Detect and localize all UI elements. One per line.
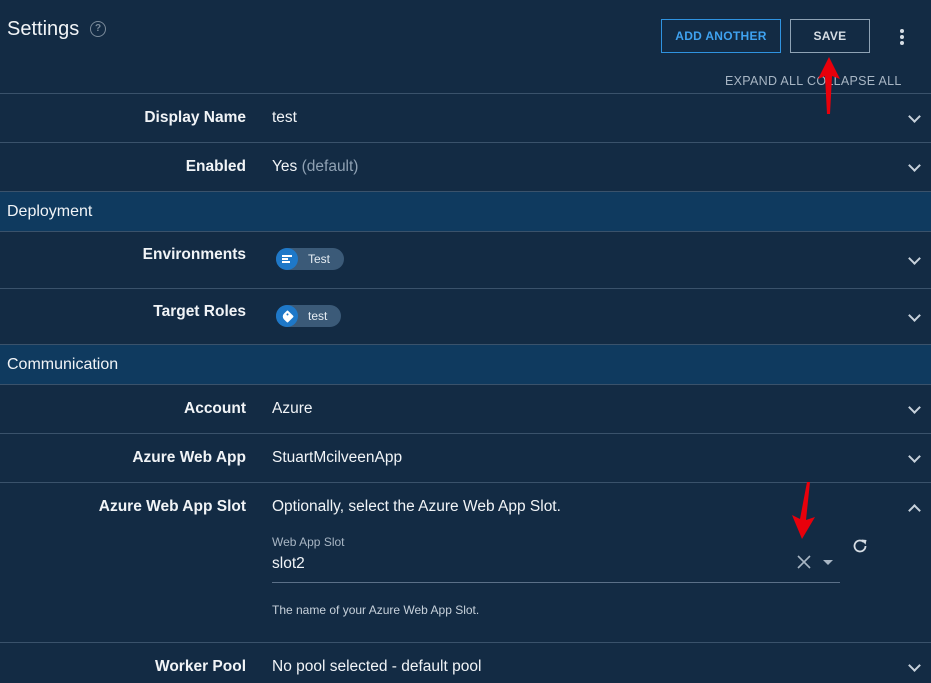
tag-icon	[276, 305, 298, 327]
chevron-down-icon[interactable]	[908, 401, 921, 414]
display-name-label: Display Name	[144, 109, 246, 126]
close-icon[interactable]	[796, 554, 812, 570]
chevron-down-icon[interactable]	[908, 252, 921, 265]
environment-chip-label: Test	[308, 252, 331, 266]
section-communication: Communication	[0, 344, 931, 384]
azure-web-app-slot-label: Azure Web App Slot	[98, 498, 246, 515]
worker-pool-value: No pool selected - default pool	[272, 658, 482, 675]
expand-all-link[interactable]: EXPAND ALL	[725, 74, 804, 88]
chevron-up-icon[interactable]	[908, 504, 921, 517]
annotation-arrow-up	[818, 57, 840, 114]
section-title: Deployment	[7, 203, 93, 220]
role-chip-label: test	[308, 309, 328, 323]
chevron-down-icon[interactable]	[908, 110, 921, 123]
chevron-down-icon[interactable]	[908, 659, 921, 672]
azure-web-app-value: StuartMcilveenApp	[272, 449, 403, 466]
account-row[interactable]: Account Azure	[0, 384, 931, 433]
account-value: Azure	[272, 400, 313, 417]
environment-icon	[276, 248, 298, 270]
enabled-row[interactable]: Enabled Yes (default)	[0, 142, 931, 191]
chevron-down-icon[interactable]	[908, 450, 921, 463]
page-title: Settings	[7, 18, 80, 40]
question-circle-icon[interactable]: ?	[90, 21, 106, 37]
worker-pool-row[interactable]: Worker Pool No pool selected - default p…	[0, 642, 931, 683]
enabled-value: Yes (default)	[272, 158, 358, 176]
chevron-down-icon[interactable]	[908, 309, 921, 322]
environments-row[interactable]: Environments Test	[0, 231, 931, 288]
azure-web-app-label: Azure Web App	[132, 449, 246, 466]
azure-web-app-row[interactable]: Azure Web App StuartMcilveenApp	[0, 433, 931, 482]
save-button[interactable]: SAVE	[790, 19, 870, 53]
section-deployment: Deployment	[0, 191, 931, 231]
chevron-down-icon[interactable]	[908, 159, 921, 172]
more-vertical-icon[interactable]	[895, 27, 909, 47]
role-chip[interactable]: test	[276, 305, 342, 327]
section-title: Communication	[7, 356, 119, 373]
web-app-slot-input[interactable]: slot2	[272, 555, 305, 573]
settings-header: Settings ? ADD ANOTHER SAVE EXPAND ALL C…	[0, 0, 931, 94]
account-label: Account	[184, 400, 246, 417]
refresh-icon[interactable]	[851, 537, 869, 555]
enabled-default-hint: (default)	[301, 158, 359, 175]
web-app-slot-help-text: The name of your Azure Web App Slot.	[272, 603, 480, 617]
input-underline	[272, 582, 840, 583]
web-app-slot-field-label: Web App Slot	[272, 535, 345, 549]
annotation-arrow-down	[792, 482, 815, 539]
enabled-label: Enabled	[185, 158, 246, 175]
target-roles-row[interactable]: Target Roles test	[0, 288, 931, 345]
environments-label: Environments	[142, 246, 246, 263]
display-name-row[interactable]: Display Name test	[0, 93, 931, 142]
add-another-button[interactable]: ADD ANOTHER	[661, 19, 781, 53]
worker-pool-label: Worker Pool	[154, 658, 246, 675]
caret-down-icon[interactable]	[823, 560, 833, 565]
display-name-value: test	[272, 109, 297, 126]
azure-web-app-slot-description: Optionally, select the Azure Web App Slo…	[272, 498, 561, 515]
environment-chip[interactable]: Test	[276, 248, 345, 270]
enabled-value-text: Yes	[272, 158, 298, 175]
target-roles-label: Target Roles	[153, 303, 246, 320]
